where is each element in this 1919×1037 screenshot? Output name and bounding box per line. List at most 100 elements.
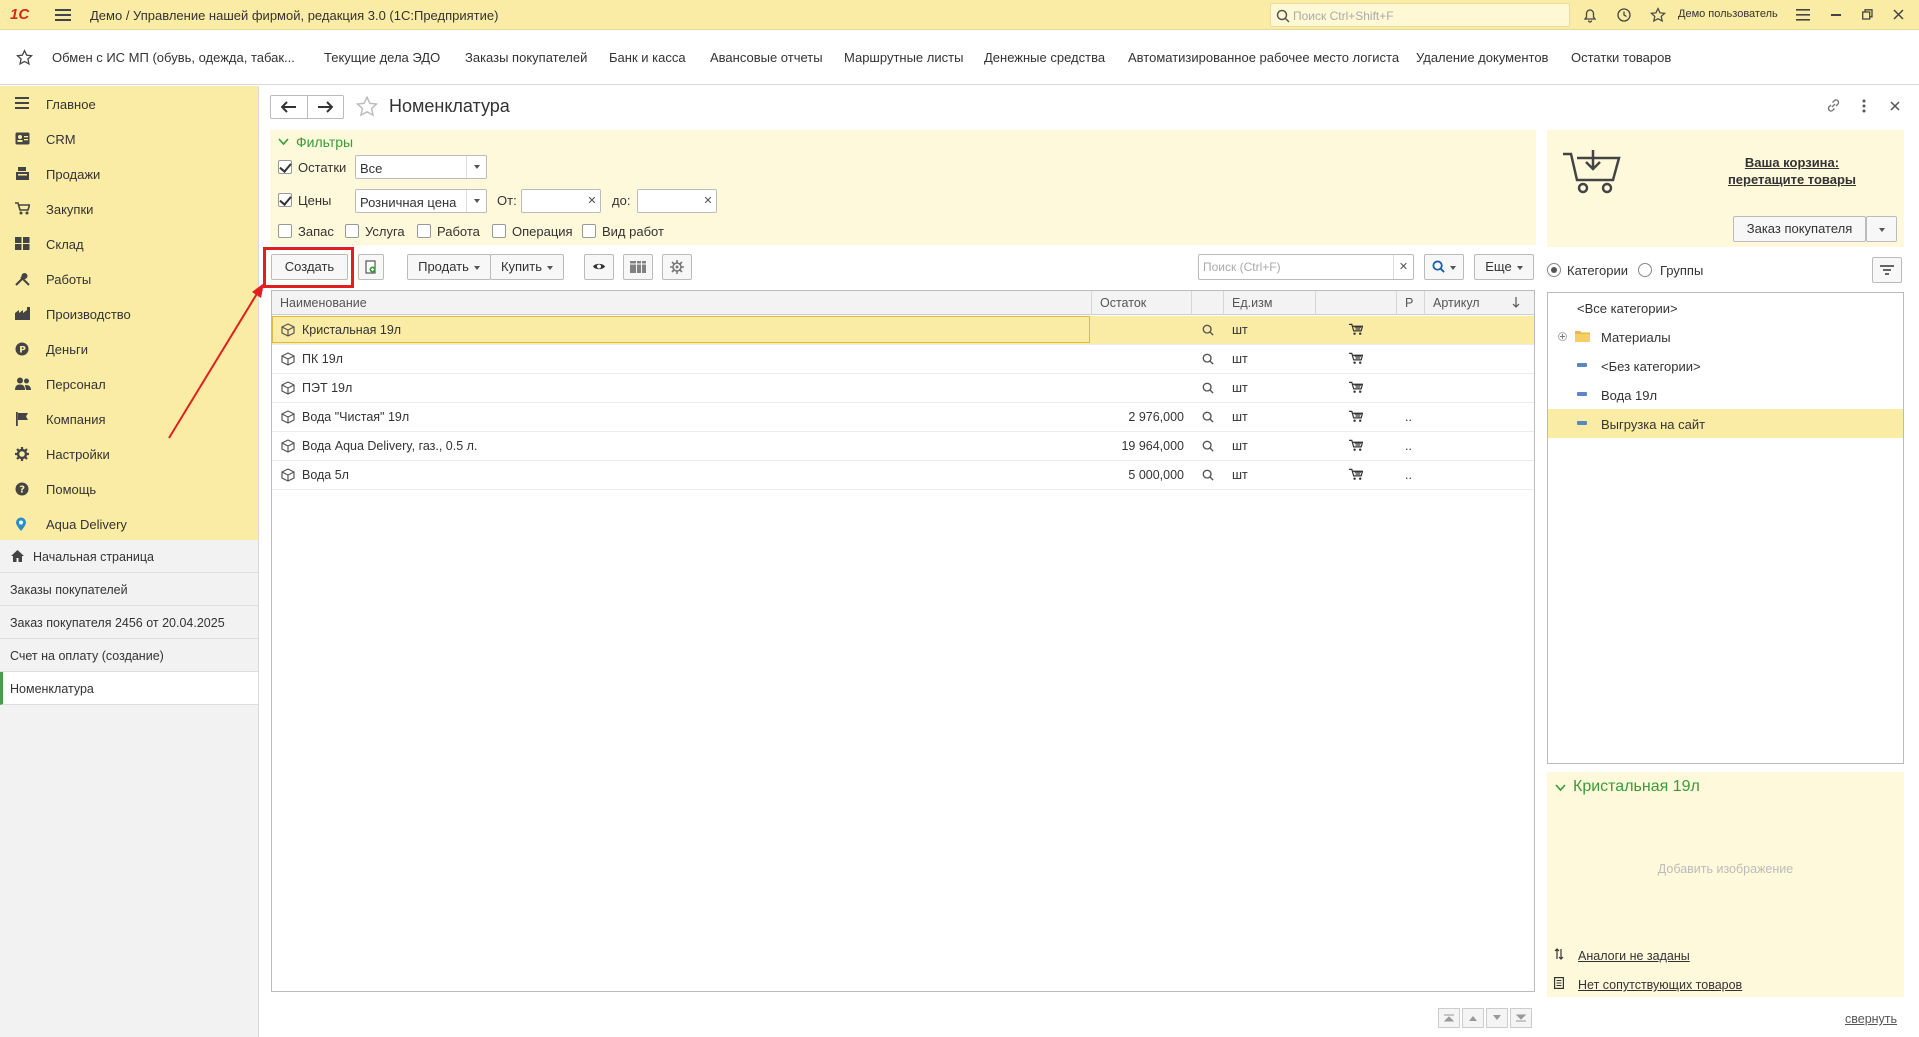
buy-button[interactable]: Купить [490,254,564,280]
settings-menu-icon[interactable] [1796,9,1810,21]
magnifier-icon[interactable] [1202,382,1214,394]
sidebar-item-purchases[interactable]: Закупки [0,191,258,226]
expand-plus-icon[interactable] [1558,332,1567,341]
sidebar-item-help[interactable]: ? Помощь [0,471,258,506]
scroll-down-button[interactable] [1486,1008,1508,1028]
scroll-to-bottom-button[interactable] [1510,1008,1532,1028]
column-header-article[interactable]: Артикул [1433,296,1480,310]
table-row[interactable]: Вода Aqua Delivery, газ., 0.5 л. 19 964,… [272,432,1534,461]
sidebar-item-crm[interactable]: CRM [0,121,258,156]
customer-order-button[interactable]: Заказ покупателя [1733,216,1866,242]
type-work-kind-checkbox[interactable] [582,224,596,238]
sidebar-item-main[interactable]: Главное [0,86,258,121]
forward-arrow-icon[interactable] [317,101,333,113]
magnifier-icon[interactable] [1202,440,1214,452]
close-form-icon[interactable] [1890,101,1900,111]
barcode-button[interactable] [623,254,653,280]
cart-small-icon[interactable] [1349,381,1363,394]
opened-item-invoice[interactable]: Счет на оплату (создание) [0,639,258,672]
stock-checkbox[interactable] [278,160,292,174]
restore-icon[interactable] [1862,9,1873,20]
section-link-is-mp[interactable]: Обмен с ИС МП (обувь, одежда, табак... [52,50,295,65]
scroll-to-top-button[interactable] [1438,1008,1460,1028]
cart-small-icon[interactable] [1349,352,1363,365]
tree-node-all[interactable]: <Все категории> [1548,293,1903,322]
back-arrow-icon[interactable] [281,101,297,113]
bell-icon[interactable] [1582,7,1598,23]
table-row[interactable]: Вода "Чистая" 19л 2 976,000 шт .. [272,403,1534,432]
section-link-funds[interactable]: Денежные средства [984,50,1105,65]
sidebar-item-warehouse[interactable]: Склад [0,226,258,261]
column-header-stock[interactable]: Остаток [1100,296,1146,310]
opened-item-customer-orders[interactable]: Заказы покупателей [0,573,258,606]
sidebar-item-aqua-delivery[interactable]: Aqua Delivery [0,506,258,541]
table-row[interactable]: ПЭТ 19л шт [272,374,1534,403]
magnifier-icon[interactable] [1202,469,1214,481]
tree-node-site-export[interactable]: Выгрузка на сайт [1548,409,1903,438]
add-image-placeholder[interactable]: Добавить изображение [1547,862,1904,876]
cart-hint-link[interactable]: Ваша корзина: перетащите товары [1687,154,1897,188]
clear-icon[interactable]: ✕ [584,190,600,212]
price-to-input[interactable]: ✕ [637,189,717,213]
copy-button[interactable] [358,254,384,280]
tree-filter-button[interactable] [1872,257,1902,283]
tree-node-no-category[interactable]: <Без категории> [1548,351,1903,380]
cart-small-icon[interactable] [1349,323,1363,336]
analogs-link[interactable]: Аналоги не заданы [1578,949,1690,963]
type-work-checkbox[interactable] [417,224,431,238]
section-link-stock-balances[interactable]: Остатки товаров [1571,50,1671,65]
collapse-link[interactable]: свернуть [1845,1012,1897,1026]
cart-small-icon[interactable] [1349,468,1363,481]
type-operation-checkbox[interactable] [492,224,506,238]
sell-button[interactable]: Продать [407,254,491,280]
section-link-route-sheets[interactable]: Маршрутные листы [844,50,963,65]
chevron-down-icon[interactable] [466,156,486,178]
section-link-advance-reports[interactable]: Авансовые отчеты [710,50,823,65]
more-vertical-icon[interactable] [1862,99,1866,113]
link-icon[interactable] [1826,98,1841,113]
magnifier-icon[interactable] [1202,411,1214,423]
section-link-logist-workplace[interactable]: Автоматизированное рабочее место логиста [1128,50,1399,65]
filters-header[interactable]: Фильтры [296,134,353,150]
table-row[interactable]: Кристальная 19л шт [272,316,1534,345]
price-from-input[interactable]: ✕ [521,189,601,213]
section-link-edo[interactable]: Текущие дела ЭДО [324,50,440,65]
cart-small-icon[interactable] [1349,439,1363,452]
magnifier-icon[interactable] [1202,353,1214,365]
global-search-input[interactable]: Поиск Ctrl+Shift+F [1270,3,1570,27]
view-button[interactable] [584,254,614,280]
opened-item-nomenclature[interactable]: Номенклатура [0,672,258,705]
minimize-icon[interactable] [1831,14,1841,17]
search-button[interactable] [1424,254,1464,280]
cart-small-icon[interactable] [1349,410,1363,423]
history-icon[interactable] [1616,7,1632,23]
sort-arrow-down-icon[interactable] [1512,297,1520,308]
close-window-icon[interactable] [1893,9,1904,20]
section-link-bank[interactable]: Банк и касса [609,50,686,65]
opened-item-home[interactable]: Начальная страница [0,540,258,573]
magnifier-icon[interactable] [1202,324,1214,336]
type-service-checkbox[interactable] [345,224,359,238]
section-link-delete-documents[interactable]: Удаление документов [1416,50,1548,65]
column-header-p[interactable]: Р [1405,296,1413,310]
favorites-star-icon[interactable] [1650,7,1666,23]
table-row[interactable]: Вода 5л 5 000,000 шт .. [272,461,1534,490]
user-name[interactable]: Демо пользователь [1678,8,1778,20]
sidebar-item-sales[interactable]: Продажи [0,156,258,191]
prices-checkbox[interactable] [278,193,292,207]
clear-icon[interactable]: ✕ [1393,255,1413,279]
favorites-star-icon[interactable] [16,49,33,66]
customer-order-dropdown[interactable] [1866,216,1897,242]
scroll-up-button[interactable] [1462,1008,1484,1028]
column-header-unit[interactable]: Ед.изм [1232,296,1272,310]
main-menu-icon[interactable] [55,8,71,22]
clear-icon[interactable]: ✕ [700,190,716,212]
more-button[interactable]: Еще [1474,254,1534,280]
groups-radio[interactable] [1638,263,1652,277]
table-row[interactable]: ПК 19л шт [272,345,1534,374]
tree-node-materials[interactable]: Материалы [1548,322,1903,351]
categories-radio[interactable] [1547,263,1561,277]
create-button[interactable]: Создать [271,254,348,280]
tree-node-water-19l[interactable]: Вода 19л [1548,380,1903,409]
opened-item-order-2456[interactable]: Заказ покупателя 2456 от 20.04.2025 [0,606,258,639]
